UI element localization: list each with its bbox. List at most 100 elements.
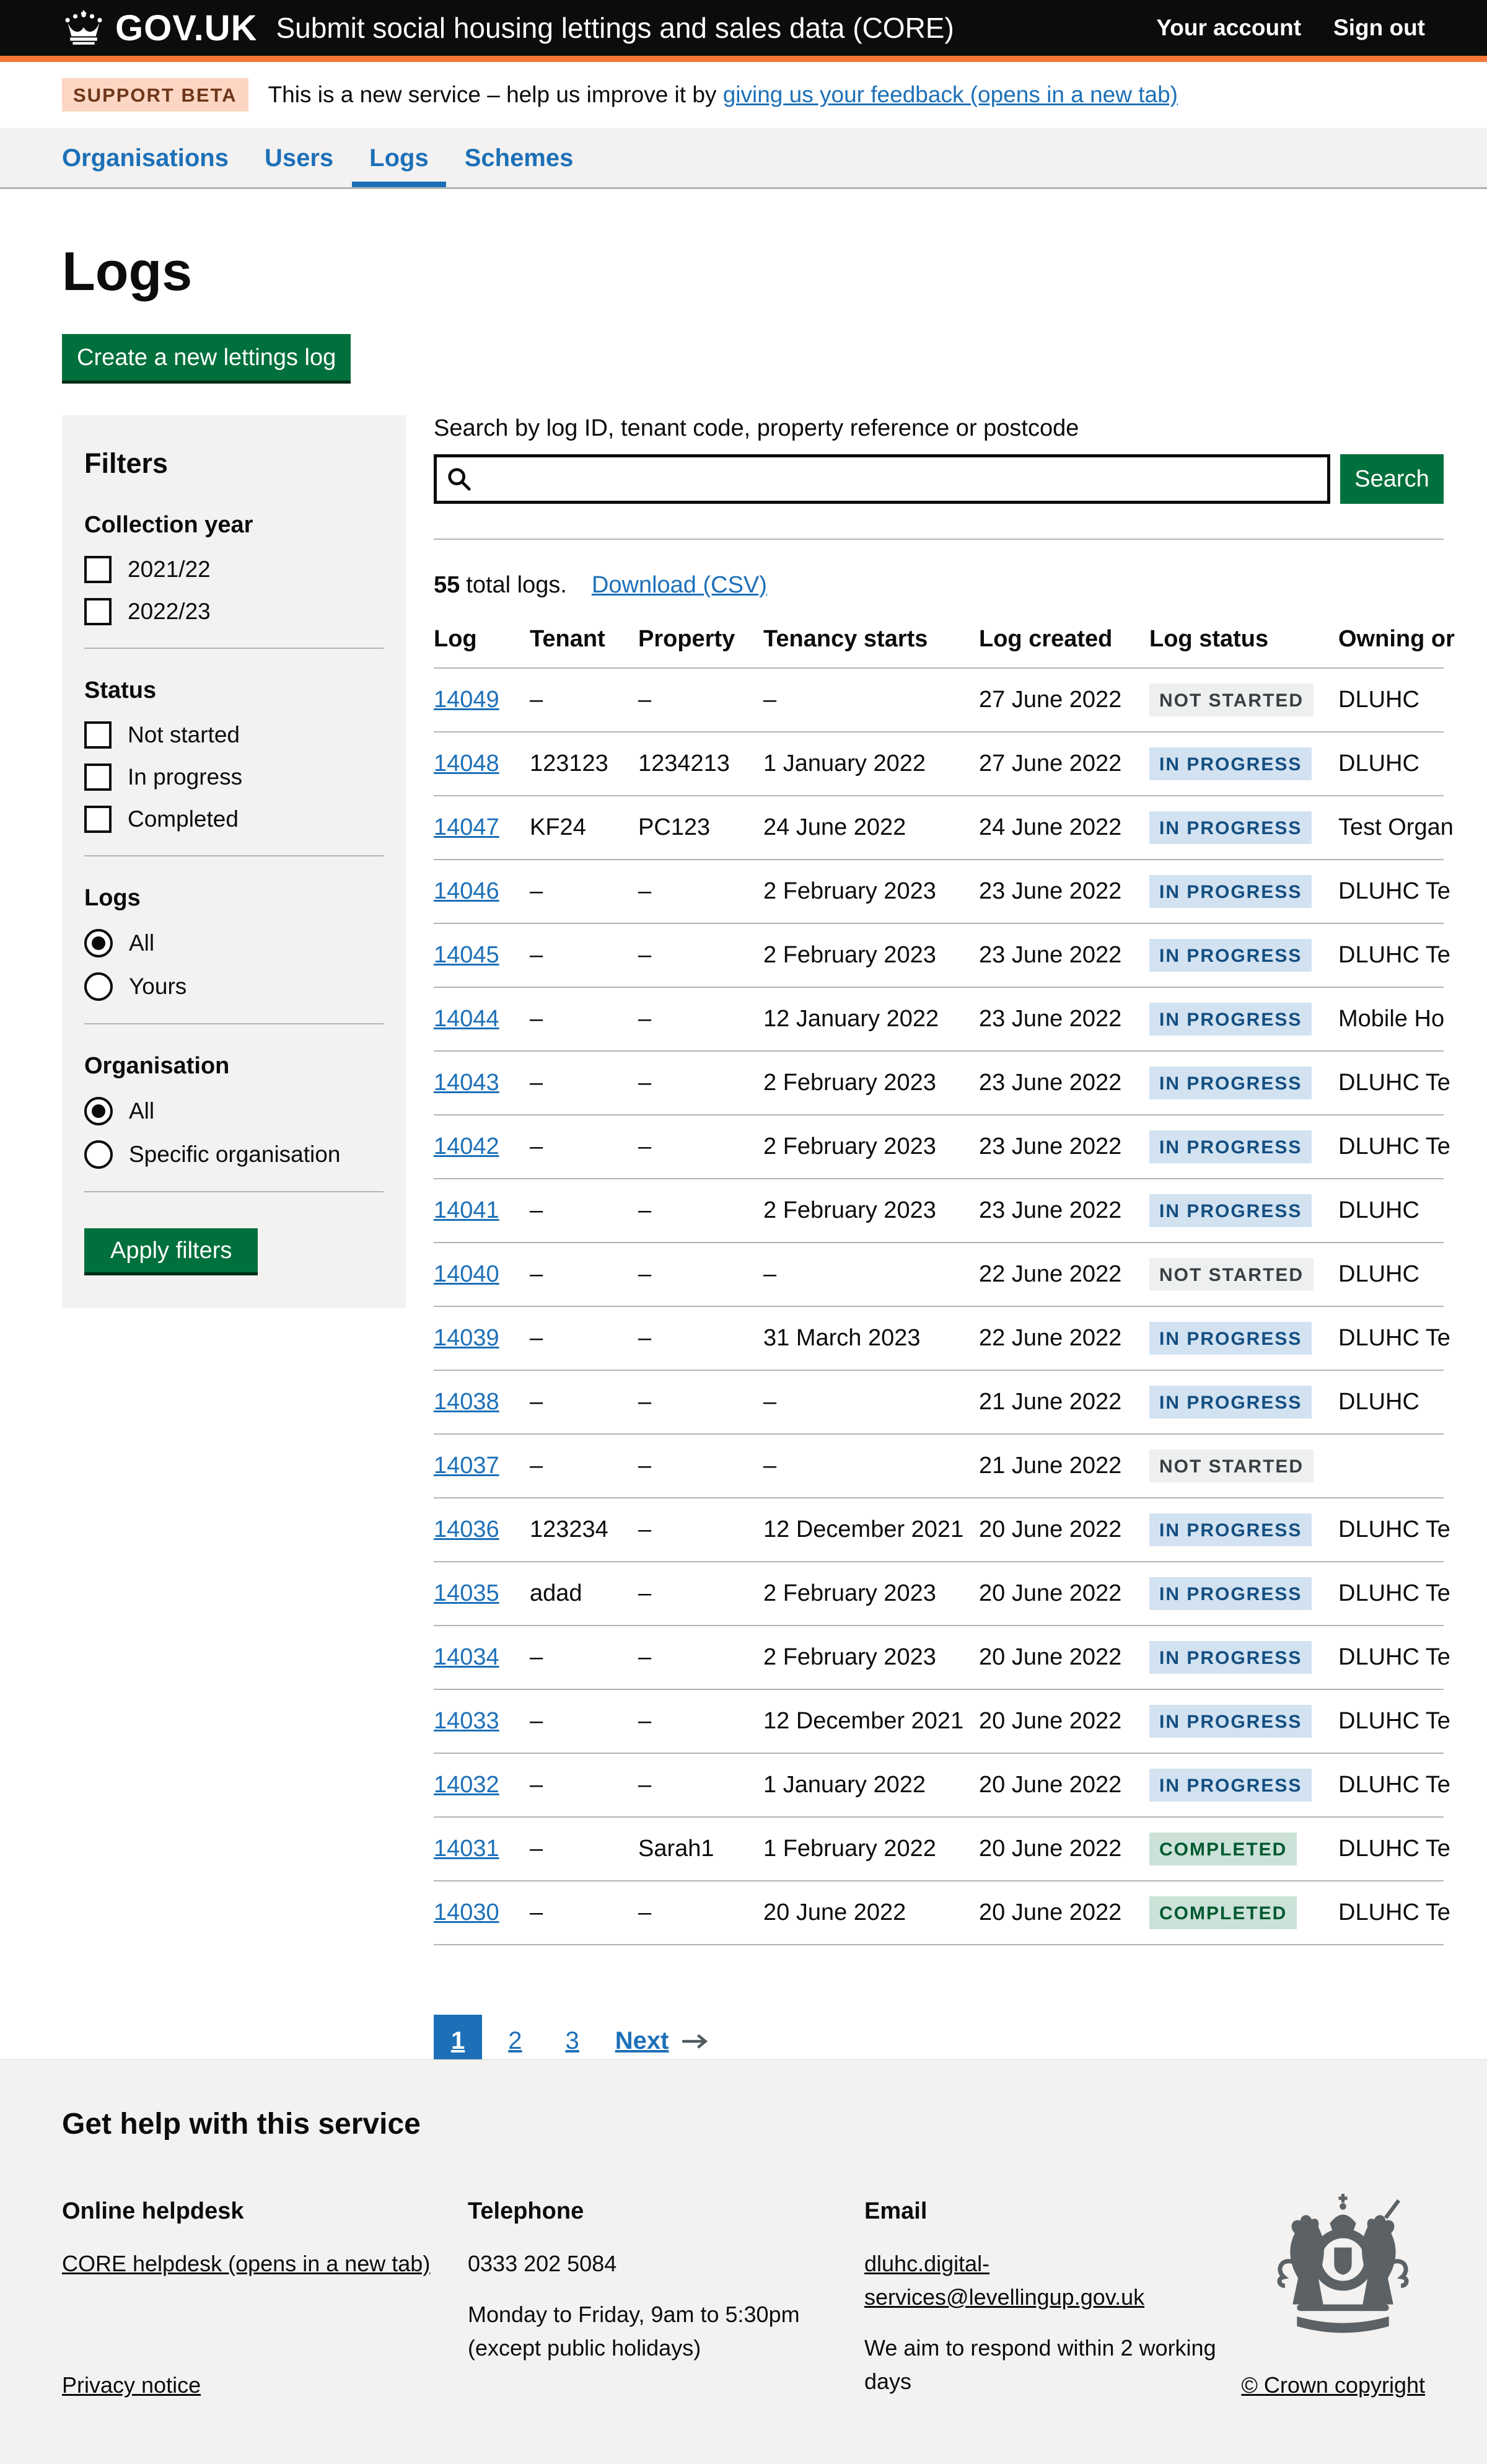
core-helpdesk-link[interactable]: CORE helpdesk (opens in a new tab): [62, 2251, 430, 2276]
log-id-link[interactable]: 14047: [434, 814, 499, 840]
log-id-link[interactable]: 14036: [434, 1516, 499, 1542]
filter-group: Organisation All Specific organisation: [84, 1053, 384, 1192]
email-link[interactable]: dluhc.digital-services@levellingup.gov.u…: [864, 2251, 1144, 2310]
create-lettings-log-button[interactable]: Create a new lettings log: [62, 334, 351, 381]
nav-tab[interactable]: Logs: [369, 128, 429, 187]
cell-tenant: –: [530, 1689, 638, 1753]
filter-checkbox-option[interactable]: In progress: [84, 763, 384, 791]
results-divider: [434, 539, 1444, 540]
crown-copyright-link[interactable]: © Crown copyright: [1241, 2369, 1425, 2402]
cell-property: –: [638, 1243, 763, 1306]
cell-property: 1234213: [638, 732, 763, 796]
filter-checkbox-option[interactable]: Completed: [84, 806, 384, 833]
pagination-next-link[interactable]: Next: [615, 2027, 669, 2055]
govuk-logotype: GOV.UK: [115, 7, 257, 49]
cell-owning-organisation: DLUHC Te: [1338, 1051, 1444, 1115]
log-id-link[interactable]: 14034: [434, 1644, 499, 1670]
filter-group-label: Status: [84, 677, 384, 704]
cell-tenancy-starts: 2 February 2023: [763, 1179, 979, 1243]
radio-button[interactable]: [84, 1097, 113, 1125]
filter-radio-option[interactable]: Specific organisation: [84, 1140, 384, 1169]
log-id-link[interactable]: 14032: [434, 1772, 499, 1798]
log-id-link[interactable]: 14031: [434, 1836, 499, 1862]
privacy-notice-link[interactable]: Privacy notice: [62, 2369, 201, 2402]
cell-owning-organisation: DLUHC Te: [1338, 1498, 1444, 1562]
cell-owning-organisation: DLUHC Te: [1338, 1115, 1444, 1179]
log-id-link[interactable]: 14039: [434, 1325, 499, 1351]
phase-banner: SUPPORT BETA This is a new service – hel…: [0, 62, 1487, 128]
radio-button[interactable]: [84, 1140, 113, 1169]
nav-tab-label: Users: [265, 144, 333, 172]
checkbox[interactable]: [84, 721, 112, 749]
log-id-link[interactable]: 14043: [434, 1070, 499, 1096]
service-name: Submit social housing lettings and sales…: [276, 11, 954, 45]
log-id-link[interactable]: 14044: [434, 1006, 499, 1032]
log-id-link[interactable]: 14038: [434, 1389, 499, 1415]
log-id-link[interactable]: 14042: [434, 1133, 499, 1159]
filter-checkbox-option[interactable]: 2022/23: [84, 598, 384, 625]
download-csv-link[interactable]: Download (CSV): [592, 572, 767, 599]
nav-tab-label: Organisations: [62, 144, 229, 172]
log-id-link[interactable]: 14046: [434, 878, 499, 904]
checkbox[interactable]: [84, 763, 112, 791]
table-row: 14030 – – 20 June 2022 20 June 2022 COMP…: [434, 1881, 1444, 1945]
cell-owning-organisation: DLUHC Te: [1338, 1817, 1444, 1881]
search-button[interactable]: Search: [1340, 454, 1444, 504]
cell-log-created: 21 June 2022: [979, 1434, 1149, 1498]
filter-radio-option[interactable]: Yours: [84, 972, 384, 1001]
nav-tab[interactable]: Users: [265, 128, 333, 187]
filter-group-label: Logs: [84, 885, 384, 912]
nav-tab[interactable]: Schemes: [465, 128, 574, 187]
filter-divider: [84, 648, 384, 649]
table-row: 14035 adad – 2 February 2023 20 June 202…: [434, 1562, 1444, 1626]
cell-tenant: 123123: [530, 732, 638, 796]
status-badge: IN PROGRESS: [1149, 939, 1312, 972]
results-section: Search by log ID, tenant code, property …: [434, 415, 1444, 2144]
log-id-link[interactable]: 14035: [434, 1580, 499, 1606]
cell-log-created: 24 June 2022: [979, 796, 1149, 860]
checkbox[interactable]: [84, 556, 112, 583]
radio-button[interactable]: [84, 972, 113, 1001]
status-badge: IN PROGRESS: [1149, 1386, 1312, 1419]
log-id-link[interactable]: 14030: [434, 1899, 499, 1925]
govuk-logo-link[interactable]: GOV.UK: [62, 7, 257, 49]
cell-property: –: [638, 923, 763, 987]
filter-radio-option[interactable]: All: [84, 929, 384, 957]
log-id-link[interactable]: 14041: [434, 1197, 499, 1223]
filter-divider: [84, 1023, 384, 1024]
checkbox[interactable]: [84, 598, 112, 625]
your-account-link[interactable]: Your account: [1156, 15, 1301, 41]
log-id-link[interactable]: 14049: [434, 687, 499, 713]
sign-out-link[interactable]: Sign out: [1333, 15, 1425, 41]
status-badge: NOT STARTED: [1149, 1450, 1314, 1482]
log-id-link[interactable]: 14037: [434, 1453, 499, 1479]
log-id-link[interactable]: 14040: [434, 1261, 499, 1287]
checkbox[interactable]: [84, 806, 112, 833]
apply-filters-button[interactable]: Apply filters: [84, 1228, 258, 1272]
feedback-link[interactable]: giving us your feedback (opens in a new …: [723, 82, 1178, 107]
table-row: 14041 – – 2 February 2023 23 June 2022 I…: [434, 1179, 1444, 1243]
table-row: 14048 123123 1234213 1 January 2022 27 J…: [434, 732, 1444, 796]
table-row: 14045 – – 2 February 2023 23 June 2022 I…: [434, 923, 1444, 987]
cell-log-created: 20 June 2022: [979, 1753, 1149, 1817]
status-badge: IN PROGRESS: [1149, 1769, 1312, 1802]
nav-tab[interactable]: Organisations: [62, 128, 229, 187]
filter-checkbox-option[interactable]: Not started: [84, 721, 384, 749]
cell-log-created: 27 June 2022: [979, 732, 1149, 796]
cell-property: Sarah1: [638, 1817, 763, 1881]
filter-checkbox-option[interactable]: 2021/22: [84, 556, 384, 583]
cell-owning-organisation: [1338, 1434, 1444, 1498]
log-id-link[interactable]: 14045: [434, 942, 499, 968]
radio-button[interactable]: [84, 929, 113, 957]
column-header: Owning or: [1338, 626, 1444, 668]
cell-tenant: –: [530, 1051, 638, 1115]
table-row: 14032 – – 1 January 2022 20 June 2022 IN…: [434, 1753, 1444, 1817]
table-row: 14036 123234 – 12 December 2021 20 June …: [434, 1498, 1444, 1562]
log-id-link[interactable]: 14048: [434, 750, 499, 777]
search-input[interactable]: [434, 454, 1330, 504]
log-id-link[interactable]: 14033: [434, 1708, 499, 1734]
filter-radio-option[interactable]: All: [84, 1097, 384, 1125]
page-title: Logs: [62, 240, 1425, 303]
cell-tenant: –: [530, 1243, 638, 1306]
table-header-row: LogTenantPropertyTenancy startsLog creat…: [434, 626, 1444, 668]
